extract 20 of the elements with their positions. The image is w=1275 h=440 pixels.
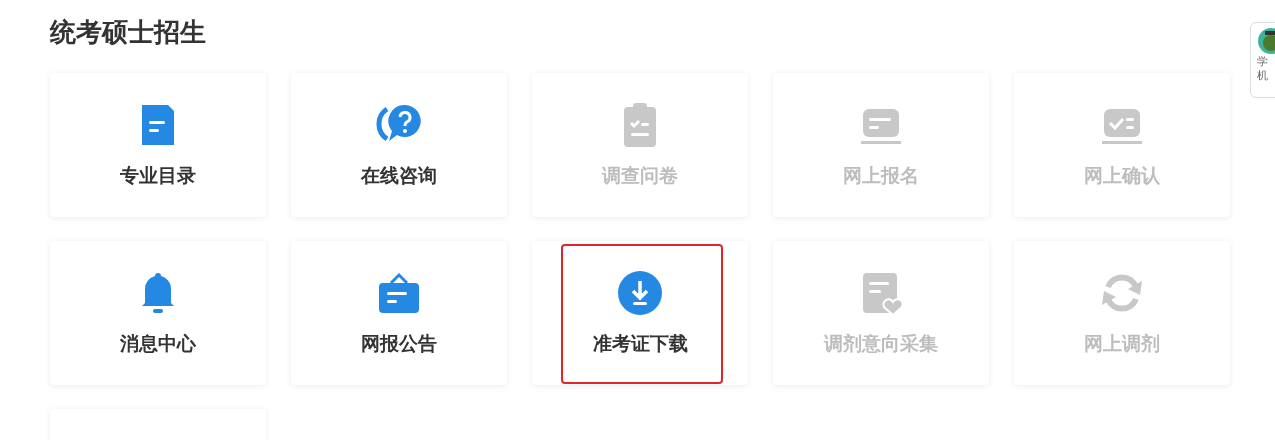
widget-text: 机 <box>1257 69 1268 83</box>
widget-text: 学 <box>1257 55 1268 69</box>
tile-label: 网上确认 <box>1084 162 1160 188</box>
tile-label: 网上调剂 <box>1084 330 1160 356</box>
tile-label: 在线咨询 <box>361 162 437 188</box>
tile-label: 调剂意向采集 <box>824 330 938 356</box>
tile-card[interactable]: 专业目录 <box>50 73 266 217</box>
tile-label: 网报公告 <box>361 330 437 356</box>
tile-label: 网上报名 <box>843 162 919 188</box>
tile-label: 专业目录 <box>120 162 196 188</box>
section-title: 统考硕士招生 <box>50 16 206 49</box>
tile-card[interactable]: 网报公告 <box>291 241 507 385</box>
tile-label: 准考证下载 <box>592 330 688 356</box>
tile-card[interactable]: 准考证下载 <box>532 241 748 385</box>
tile-label: 消息中心 <box>120 330 196 356</box>
download-icon <box>616 268 664 317</box>
tile-label: 调查问卷 <box>602 162 678 188</box>
tile-card[interactable]: 消息中心 <box>50 241 266 385</box>
side-widget[interactable]: 学 机 <box>1250 22 1275 98</box>
tile-card[interactable]: 在线咨询 <box>291 73 507 217</box>
